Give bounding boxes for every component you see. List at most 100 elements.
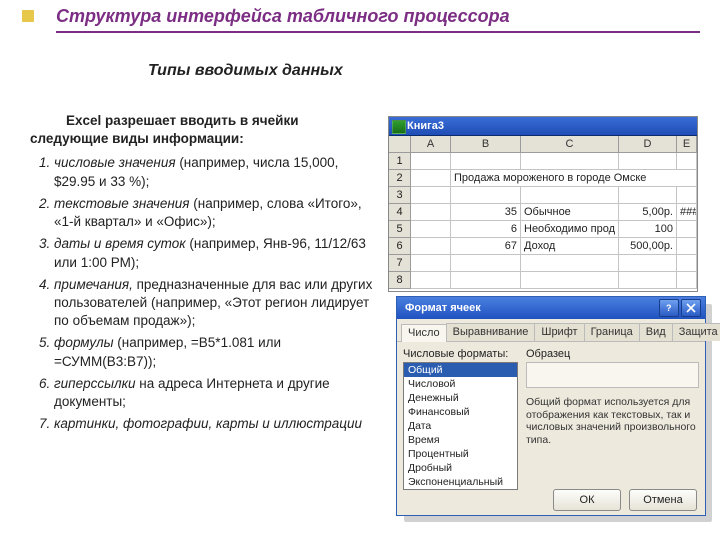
cell[interactable]: 6: [451, 221, 521, 238]
svg-text:?: ?: [666, 303, 672, 313]
cell[interactable]: [521, 187, 619, 204]
cell[interactable]: Доход: [521, 238, 619, 255]
list-item: даты и время суток (например, Янв-96, 11…: [54, 235, 378, 271]
format-item[interactable]: Процентный: [404, 447, 517, 461]
cell[interactable]: [411, 272, 451, 289]
grid: A B C D E 1 2 Продажа мороженого в город…: [389, 136, 697, 292]
format-item[interactable]: Дата: [404, 419, 517, 433]
cell-overflow[interactable]: ###: [677, 204, 697, 221]
row-header[interactable]: 3: [389, 187, 411, 204]
cell[interactable]: [619, 153, 677, 170]
tab-bar: Число Выравнивание Шрифт Граница Вид Защ…: [397, 319, 705, 342]
text-block: Excel разрешает вводить в ячейки следующ…: [30, 112, 378, 438]
close-icon: [686, 303, 696, 313]
help-button[interactable]: ?: [659, 299, 679, 317]
dialog-body: Числовые форматы: Общий Числовой Денежны…: [397, 342, 705, 496]
cell[interactable]: Обычное: [521, 204, 619, 221]
cell[interactable]: 35: [451, 204, 521, 221]
format-item[interactable]: Время: [404, 433, 517, 447]
cell[interactable]: [451, 255, 521, 272]
col-header[interactable]: C: [521, 136, 619, 153]
corner-accent: [22, 10, 34, 22]
tab-alignment[interactable]: Выравнивание: [446, 323, 536, 341]
cell[interactable]: [411, 204, 451, 221]
col-header[interactable]: A: [411, 136, 451, 153]
col-header[interactable]: E: [677, 136, 697, 153]
format-item[interactable]: Экспоненциальный: [404, 475, 517, 489]
row-header[interactable]: 2: [389, 170, 411, 187]
format-item[interactable]: Финансовый: [404, 405, 517, 419]
format-item[interactable]: Числовой: [404, 377, 517, 391]
tab-fill[interactable]: Вид: [639, 323, 673, 341]
row-header[interactable]: 6: [389, 238, 411, 255]
list-item: формулы (например, =B5*1.081 или =СУММ(В…: [54, 334, 378, 370]
tab-protection[interactable]: Защита: [672, 323, 720, 341]
cell[interactable]: [521, 153, 619, 170]
row-header[interactable]: 1: [389, 153, 411, 170]
row-header[interactable]: 7: [389, 255, 411, 272]
cell[interactable]: [451, 272, 521, 289]
cell[interactable]: [521, 255, 619, 272]
tab-number[interactable]: Число: [401, 324, 447, 342]
cell[interactable]: [677, 187, 697, 204]
close-button[interactable]: [681, 299, 701, 317]
cell[interactable]: [451, 153, 521, 170]
cell[interactable]: [411, 255, 451, 272]
cell[interactable]: [619, 272, 677, 289]
cell[interactable]: [677, 238, 697, 255]
cell[interactable]: [677, 272, 697, 289]
dialog-titlebar[interactable]: Формат ячеек ?: [397, 297, 705, 319]
row-header[interactable]: 8: [389, 272, 411, 289]
dialog-title: Формат ячеек: [401, 302, 657, 314]
cell[interactable]: [411, 221, 451, 238]
sample-box: [526, 362, 699, 388]
cell[interactable]: [411, 153, 451, 170]
list-item: гиперссылки на адреса Интернета и другие…: [54, 375, 378, 411]
list-item: картинки, фотографии, карты и иллюстраци…: [54, 415, 378, 433]
data-types-list: числовые значения (например, числа 15,00…: [30, 154, 378, 433]
dialog-footer: ОК Отмена: [553, 489, 697, 511]
format-item[interactable]: Денежный: [404, 391, 517, 405]
cell[interactable]: 500,00р.: [619, 238, 677, 255]
select-all-cell[interactable]: [389, 136, 411, 153]
list-item: числовые значения (например, числа 15,00…: [54, 154, 378, 190]
format-item[interactable]: Дробный: [404, 461, 517, 475]
cell[interactable]: 67: [451, 238, 521, 255]
cell[interactable]: Необходимо прод: [521, 221, 619, 238]
intro-bold: Excel разрешает вводить в ячейки следующ…: [30, 113, 299, 146]
cell[interactable]: 100: [619, 221, 677, 238]
cell[interactable]: [619, 255, 677, 272]
row-header[interactable]: 5: [389, 221, 411, 238]
slide: Структура интерфейса табличного процессо…: [0, 0, 720, 540]
sample-panel: Образец Общий формат используется для от…: [526, 348, 699, 490]
intro-paragraph: Excel разрешает вводить в ячейки следующ…: [30, 112, 378, 148]
excel-icon: [392, 120, 406, 134]
format-item[interactable]: Текстовый: [404, 489, 517, 490]
list-item: примечания, предназначенные для вас или …: [54, 276, 378, 331]
excel-screenshot: Книга3 A B C D E 1 2 Продажа мороженого …: [388, 116, 698, 292]
tab-font[interactable]: Шрифт: [534, 323, 584, 341]
formats-listbox[interactable]: Общий Числовой Денежный Финансовый Дата …: [403, 362, 518, 490]
workbook-title: Книга3: [407, 120, 444, 132]
format-item[interactable]: Общий: [404, 363, 517, 377]
cell[interactable]: [677, 255, 697, 272]
cancel-button[interactable]: Отмена: [629, 489, 697, 511]
cell[interactable]: [411, 170, 451, 187]
col-header[interactable]: B: [451, 136, 521, 153]
ok-button[interactable]: ОК: [553, 489, 621, 511]
merged-title-cell[interactable]: Продажа мороженого в городе Омске: [451, 170, 697, 187]
cell[interactable]: [411, 238, 451, 255]
slide-subtitle: Типы вводимых данных: [148, 62, 343, 80]
col-header[interactable]: D: [619, 136, 677, 153]
cell[interactable]: [521, 272, 619, 289]
workbook-titlebar: Книга3: [389, 117, 697, 136]
tab-border[interactable]: Граница: [584, 323, 640, 341]
cell[interactable]: [411, 187, 451, 204]
cell[interactable]: [451, 187, 521, 204]
cell[interactable]: [677, 153, 697, 170]
cell[interactable]: 5,00р.: [619, 204, 677, 221]
cell[interactable]: [677, 221, 697, 238]
cell[interactable]: [619, 187, 677, 204]
list-item: текстовые значения (например, слова «Ито…: [54, 195, 378, 231]
row-header[interactable]: 4: [389, 204, 411, 221]
